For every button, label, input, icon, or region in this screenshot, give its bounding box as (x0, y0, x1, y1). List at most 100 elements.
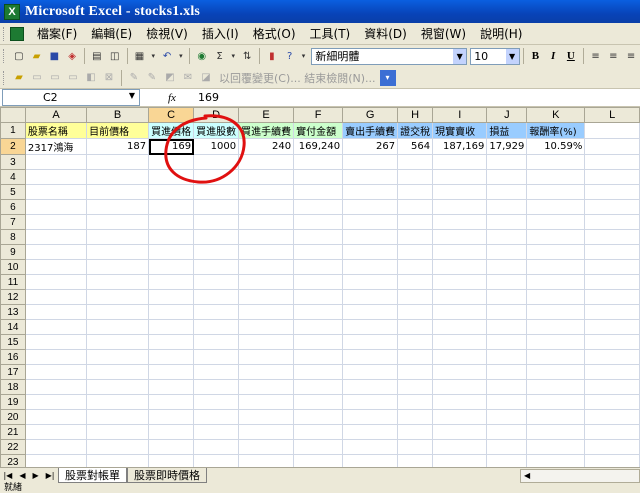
row-header[interactable]: 4 (0, 169, 26, 185)
row-header[interactable]: 15 (0, 334, 26, 350)
cell-e22[interactable] (238, 439, 295, 455)
cell-c7[interactable] (148, 214, 195, 230)
cell-j3[interactable] (486, 154, 528, 170)
cell-k23[interactable] (526, 454, 586, 467)
cell-b1[interactable]: 目前價格 (86, 122, 150, 139)
cell-i16[interactable] (432, 349, 488, 365)
row-header[interactable]: 9 (0, 244, 26, 260)
chevron-down-icon[interactable]: ▼ (129, 91, 135, 100)
row-header[interactable]: 16 (0, 349, 26, 365)
cell-c13[interactable] (148, 304, 195, 320)
cell-e20[interactable] (238, 409, 295, 425)
row-header[interactable]: 8 (0, 229, 26, 245)
cell-g7[interactable] (342, 214, 399, 230)
cell-l5[interactable] (584, 184, 640, 200)
cell-h11[interactable] (397, 274, 434, 290)
cell-d14[interactable] (193, 319, 240, 335)
menu-format[interactable]: 格式(O) (246, 25, 303, 42)
cell-d11[interactable] (193, 274, 240, 290)
cell-b23[interactable] (86, 454, 150, 467)
row-header[interactable]: 3 (0, 154, 26, 170)
cell-a8[interactable] (24, 229, 88, 245)
scroll-left-icon[interactable]: ◀ (524, 471, 530, 480)
show-comments-icon[interactable]: ◧ (83, 70, 99, 86)
cell-i15[interactable] (432, 334, 488, 350)
cell-f11[interactable] (293, 274, 344, 290)
cell-c15[interactable] (148, 334, 195, 350)
cell-a4[interactable] (24, 169, 88, 185)
cell-d22[interactable] (193, 439, 240, 455)
cell-k14[interactable] (526, 319, 586, 335)
cell-g14[interactable] (342, 319, 399, 335)
cell-j21[interactable] (486, 424, 528, 440)
cell-d9[interactable] (193, 244, 240, 260)
cell-c17[interactable] (148, 364, 195, 380)
cell-b5[interactable] (86, 184, 150, 200)
sort-ascending-icon[interactable]: ⇅ (239, 48, 255, 64)
cell-l3[interactable] (584, 154, 640, 170)
cell-l16[interactable] (584, 349, 640, 365)
last-sheet-icon[interactable]: ▶| (46, 471, 55, 480)
column-header-h[interactable]: H (397, 107, 434, 123)
cell-k3[interactable] (526, 154, 586, 170)
cell-a6[interactable] (24, 199, 88, 215)
cell-c6[interactable] (148, 199, 195, 215)
cell-a21[interactable] (24, 424, 88, 440)
cell-i7[interactable] (432, 214, 488, 230)
cell-f21[interactable] (293, 424, 344, 440)
cell-i2[interactable]: 187,169 (432, 138, 488, 155)
cell-c23[interactable] (148, 454, 195, 467)
ink-icon[interactable]: ✎ (126, 70, 142, 86)
cell-j11[interactable] (486, 274, 528, 290)
cell-e9[interactable] (238, 244, 295, 260)
cell-l1[interactable] (584, 122, 640, 139)
cell-g16[interactable] (342, 349, 399, 365)
cell-i19[interactable] (432, 394, 488, 410)
cell-c19[interactable] (148, 394, 195, 410)
track-changes-icon[interactable]: ◩ (162, 70, 178, 86)
cell-e4[interactable] (238, 169, 295, 185)
formula-input[interactable]: 169 (198, 91, 219, 104)
cell-i1[interactable]: 現實賣收 (432, 122, 488, 139)
cell-d18[interactable] (193, 379, 240, 395)
cell-l21[interactable] (584, 424, 640, 440)
next-sheet-icon[interactable]: ▶ (32, 471, 38, 480)
cell-b8[interactable] (86, 229, 150, 245)
cell-j7[interactable] (486, 214, 528, 230)
column-header-a[interactable]: A (24, 107, 88, 123)
cell-g4[interactable] (342, 169, 399, 185)
cell-i22[interactable] (432, 439, 488, 455)
cell-f22[interactable] (293, 439, 344, 455)
cell-h21[interactable] (397, 424, 434, 440)
column-header-d[interactable]: D (193, 107, 240, 123)
cell-j15[interactable] (486, 334, 528, 350)
cell-d4[interactable] (193, 169, 240, 185)
cell-c3[interactable] (148, 154, 195, 170)
accept-icon[interactable]: ◪ (198, 70, 214, 86)
cell-c2[interactable]: 169 (148, 138, 195, 155)
cell-a7[interactable] (24, 214, 88, 230)
cell-a22[interactable] (24, 439, 88, 455)
ink-icon[interactable]: ✎ (144, 70, 160, 86)
cell-f9[interactable] (293, 244, 344, 260)
name-box[interactable]: C2 ▼ (2, 89, 140, 106)
cell-j6[interactable] (486, 199, 528, 215)
delete-comment-icon[interactable]: ⊠ (101, 70, 117, 86)
italic-button[interactable]: I (544, 50, 562, 62)
cell-a1[interactable]: 股票名稱 (24, 122, 88, 139)
cell-j2[interactable]: 17,929 (486, 138, 528, 155)
cell-h22[interactable] (397, 439, 434, 455)
first-sheet-icon[interactable]: |◀ (3, 471, 12, 480)
cell-i3[interactable] (432, 154, 488, 170)
column-header-b[interactable]: B (86, 107, 150, 123)
cell-e14[interactable] (238, 319, 295, 335)
cell-b2[interactable]: 187 (86, 138, 150, 155)
cell-b19[interactable] (86, 394, 150, 410)
cell-d7[interactable] (193, 214, 240, 230)
cell-b11[interactable] (86, 274, 150, 290)
insert-function-icon[interactable]: fx (168, 92, 188, 104)
font-size-select[interactable]: 10 ▼ (470, 47, 520, 65)
cell-e2[interactable]: 240 (238, 138, 295, 155)
help-icon[interactable]: ? (282, 48, 298, 64)
row-header[interactable]: 18 (0, 379, 26, 395)
